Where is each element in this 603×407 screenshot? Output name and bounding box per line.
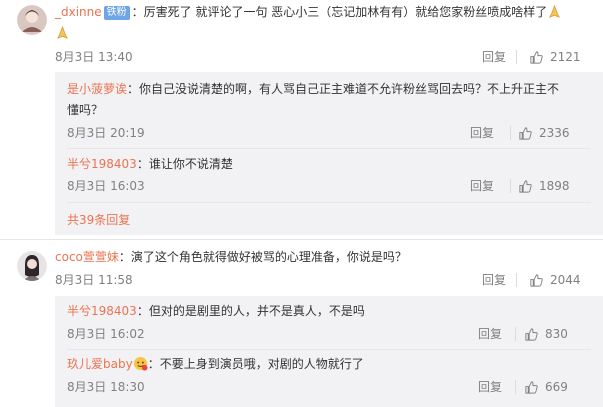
thumbs-up-icon: [525, 327, 538, 341]
reply-text-cont: 懂吗？: [67, 103, 104, 117]
comment-text: coco萱萱妹：演了这个角色就得做好被骂的心理准备，你说是吗？: [55, 248, 407, 266]
username-link[interactable]: 半兮198403: [67, 304, 137, 318]
divider: [516, 50, 517, 64]
thumbs-up-icon: [519, 179, 532, 193]
comment-text-cont: [55, 24, 70, 42]
like-count: 669: [545, 380, 568, 394]
comment-item: coco萱萱妹：演了这个角色就得做好被骂的心理准备，你说是吗？ 8月3日 11:…: [0, 240, 603, 407]
fan-badge[interactable]: 铁粉: [103, 6, 130, 20]
comment-content: ：厉害死了 就评论了一句 恶心小三（忘记加林有有）就给您家粉丝喷成啥样了: [131, 5, 548, 19]
reply-content: ：但对的是剧里的人，并不是真人，不是吗: [136, 304, 365, 318]
reply-list: 半兮198403：但对的是剧里的人，并不是真人，不是吗 8月3日 16:02 回…: [55, 296, 603, 407]
like-button[interactable]: 1898: [518, 178, 570, 194]
reply-list: 是小菠萝诶：你自己没说清楚的啊，有人骂自己正主难道不允许粉丝骂回去吗？不上升正主…: [55, 72, 603, 235]
reply-button[interactable]: 回复: [478, 379, 502, 395]
reply-content: ：你自己没说清楚的啊，有人骂自己正主难道不允许粉丝骂回去吗？不上升正主不: [127, 82, 560, 96]
reply-button[interactable]: 回复: [470, 125, 494, 141]
thumbs-up-icon: [530, 50, 543, 64]
like-count: 1898: [539, 179, 570, 193]
reply-button[interactable]: 回复: [470, 178, 494, 194]
divider: [510, 179, 511, 193]
like-button[interactable]: 2336: [518, 125, 570, 141]
divider: [67, 148, 591, 149]
reply-button[interactable]: 回复: [478, 326, 502, 342]
thumbs-up-icon: [519, 126, 532, 140]
divider: [515, 380, 516, 394]
reply-text: 半兮198403：但对的是剧里的人，并不是真人，不是吗: [67, 302, 365, 320]
reply-text: 是小菠萝诶：你自己没说清楚的啊，有人骂自己正主难道不允许粉丝骂回去吗？不上升正主…: [67, 80, 559, 98]
divider: [515, 327, 516, 341]
reply-date: 8月3日 18:30: [67, 380, 145, 394]
vip-emoji-icon: [133, 356, 148, 371]
divider: [67, 349, 591, 350]
reply-content: ：不要上身到演员哦，对剧的人物就行了: [147, 357, 364, 371]
username-link[interactable]: _dxinne: [55, 5, 102, 19]
divider: [510, 126, 511, 140]
pray-emoji-icon: [55, 25, 70, 40]
comment-item: _dxinne 铁粉 ：厉害死了 就评论了一句 恶心小三（忘记加林有有）就给您家粉丝…: [0, 0, 603, 236]
username-link[interactable]: 是小菠萝诶: [67, 82, 127, 96]
reply-date: 8月3日 16:02: [67, 327, 145, 341]
thumbs-up-icon: [530, 273, 543, 287]
like-count: 2121: [550, 50, 581, 64]
comment-text: _dxinne 铁粉 ：厉害死了 就评论了一句 恶心小三（忘记加林有有）就给您家粉丝…: [55, 3, 562, 21]
reply-text: 半兮198403：谁让你不说清楚: [67, 155, 233, 173]
reply-button[interactable]: 回复: [482, 49, 506, 65]
avatar[interactable]: [17, 5, 47, 35]
like-count: 2044: [550, 273, 581, 287]
like-button[interactable]: 2121: [529, 49, 581, 65]
pray-emoji-icon: [547, 4, 562, 19]
reply-date: 8月3日 20:19: [67, 126, 145, 140]
reply-content: ：谁让你不说清楚: [136, 157, 233, 171]
more-replies-link[interactable]: 共39条回复: [67, 211, 130, 228]
thumbs-up-icon: [525, 380, 538, 394]
comment-content: ：演了这个角色就得做好被骂的心理准备，你说是吗？: [118, 250, 407, 264]
reply-button[interactable]: 回复: [482, 272, 506, 288]
divider: [67, 202, 591, 203]
like-button[interactable]: 669: [524, 379, 568, 395]
username-link[interactable]: 玖儿爱baby: [67, 357, 133, 371]
like-button[interactable]: 2044: [529, 272, 581, 288]
reply-date: 8月3日 16:03: [67, 179, 145, 193]
username-link[interactable]: 半兮198403: [67, 157, 137, 171]
like-button[interactable]: 830: [524, 326, 568, 342]
divider: [516, 273, 517, 287]
avatar[interactable]: [17, 251, 47, 281]
comment-date: 8月3日 13:40: [55, 50, 133, 64]
like-count: 2336: [539, 126, 570, 140]
like-count: 830: [545, 327, 568, 341]
comment-date: 8月3日 11:58: [55, 273, 133, 287]
reply-text: 玖儿爱baby ：不要上身到演员哦，对剧的人物就行了: [67, 355, 364, 373]
username-link[interactable]: coco萱萱妹: [55, 250, 119, 264]
